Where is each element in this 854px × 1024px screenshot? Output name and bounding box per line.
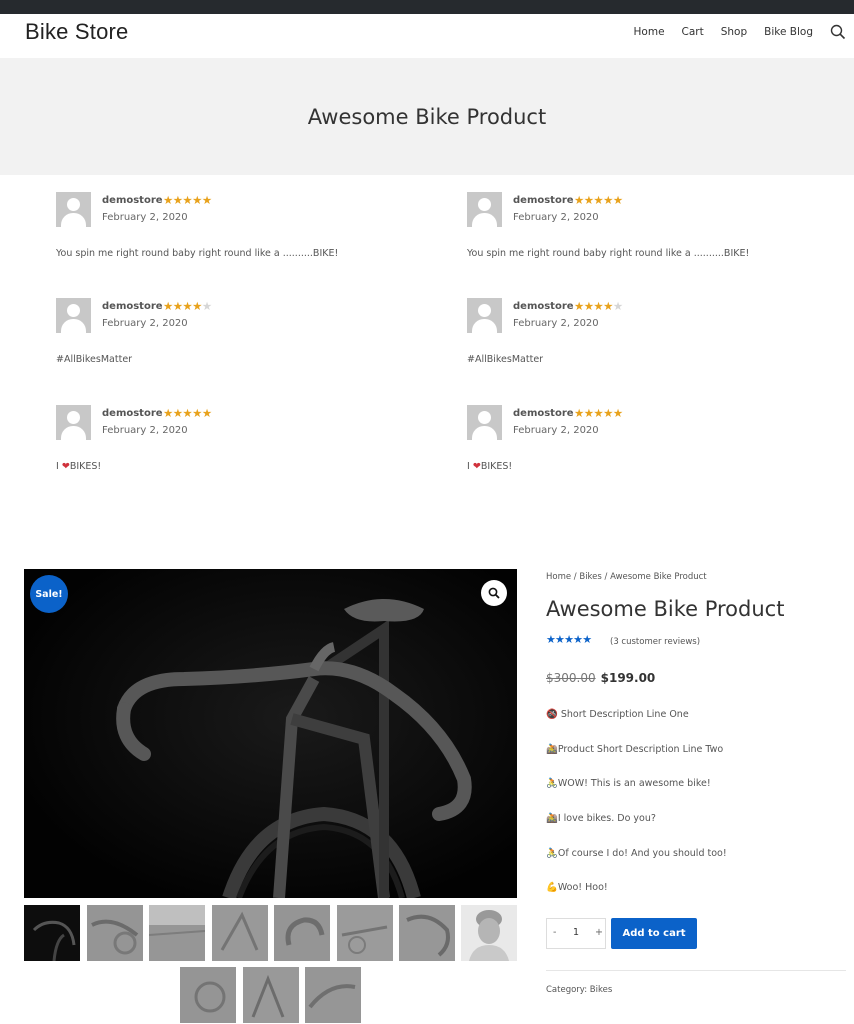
review-text: I ❤BIKES! [56,461,102,472]
description-line: 🚳 Short Description Line One [546,709,689,720]
review-rating-stars: ★★★★★ [574,299,623,313]
add-to-cart-button[interactable]: Add to cart [611,918,697,949]
site-title[interactable]: Bike Store [25,19,129,45]
product-thumbnail[interactable] [461,905,517,961]
review-text: You spin me right round baby right round… [467,248,750,259]
quantity-stepper[interactable]: - 1 + [546,918,606,949]
review-text: #AllBikesMatter [56,354,133,365]
review-author: demostore [513,195,574,206]
avatar [467,192,502,227]
review-author: demostore [102,195,163,206]
search-icon[interactable] [830,24,846,40]
site-header: Bike Store Home Cart Shop Bike Blog [0,14,854,58]
description-line: 🚵Product Short Description Line Two [546,744,724,755]
avatar [56,405,91,440]
description-line: 💪Woo! Hoo! [546,882,608,893]
review-rating-stars: ★★★★★ [163,299,212,313]
review-date: February 2, 2020 [513,212,599,223]
review-date: February 2, 2020 [102,425,188,436]
avatar [467,298,502,333]
product-thumbnail[interactable] [212,905,268,961]
review-date: February 2, 2020 [102,212,188,223]
nav-item-shop[interactable]: Shop [721,26,747,38]
description-line: 🚵I love bikes. Do you? [546,813,656,824]
avatar [467,405,502,440]
qty-minus-button[interactable]: - [553,927,556,938]
product-rating-stars: ★★★★★ [546,633,592,646]
description-line: 🚴Of course I do! And you should too! [546,848,727,859]
sale-price: $199.00 [600,671,656,685]
admin-bar [0,0,854,14]
product-thumbnail[interactable] [274,905,330,961]
review-rating-stars: ★★★★★ [574,406,623,420]
main-nav: Home Cart Shop Bike Blog [634,24,846,40]
review-count-link[interactable]: (3 customer reviews) [610,637,700,647]
review-rating-stars: ★★★★★ [163,193,212,207]
divider [546,970,846,971]
review-rating-stars: ★★★★★ [574,193,623,207]
product-thumbnail[interactable] [399,905,455,961]
breadcrumb[interactable]: Home / Bikes / Awesome Bike Product [546,572,707,582]
product-thumbnail[interactable] [243,967,299,1023]
zoom-icon[interactable] [481,580,507,606]
product-thumbnail[interactable] [24,905,80,961]
review-text: You spin me right round baby right round… [56,248,339,259]
heart-icon: ❤ [472,461,481,472]
page-title: Awesome Bike Product [307,105,547,129]
review-author: demostore [102,301,163,312]
heart-icon: ❤ [61,461,70,472]
product-thumbnail[interactable] [337,905,393,961]
avatar [56,192,91,227]
page-hero: Awesome Bike Product [0,58,854,175]
product-price: $300.00 $199.00 [546,671,655,685]
product-thumbnail[interactable] [305,967,361,1023]
product-thumbnail[interactable] [149,905,205,961]
avatar [56,298,91,333]
product-title: Awesome Bike Product [546,597,785,621]
regular-price: $300.00 [546,671,596,685]
description-line: 🚴WOW! This is an awesome bike! [546,778,711,789]
product-thumbnail[interactable] [87,905,143,961]
product-thumbnail[interactable] [180,967,236,1023]
review-text: #AllBikesMatter [467,354,544,365]
product-main-image[interactable]: Sale! [24,569,517,898]
review-date: February 2, 2020 [102,318,188,329]
nav-item-home[interactable]: Home [634,26,665,38]
quantity-value[interactable]: 1 [573,927,579,938]
review-text: I ❤BIKES! [467,461,513,472]
sale-badge: Sale! [30,575,68,613]
bicycle-photo [24,569,517,898]
review-author: demostore [513,408,574,419]
review-author: demostore [513,301,574,312]
review-date: February 2, 2020 [513,425,599,436]
qty-plus-button[interactable]: + [595,927,603,938]
review-rating-stars: ★★★★★ [163,406,212,420]
nav-item-cart[interactable]: Cart [682,26,704,38]
review-date: February 2, 2020 [513,318,599,329]
nav-item-bike-blog[interactable]: Bike Blog [764,26,813,38]
product-category[interactable]: Category: Bikes [546,985,612,995]
review-author: demostore [102,408,163,419]
